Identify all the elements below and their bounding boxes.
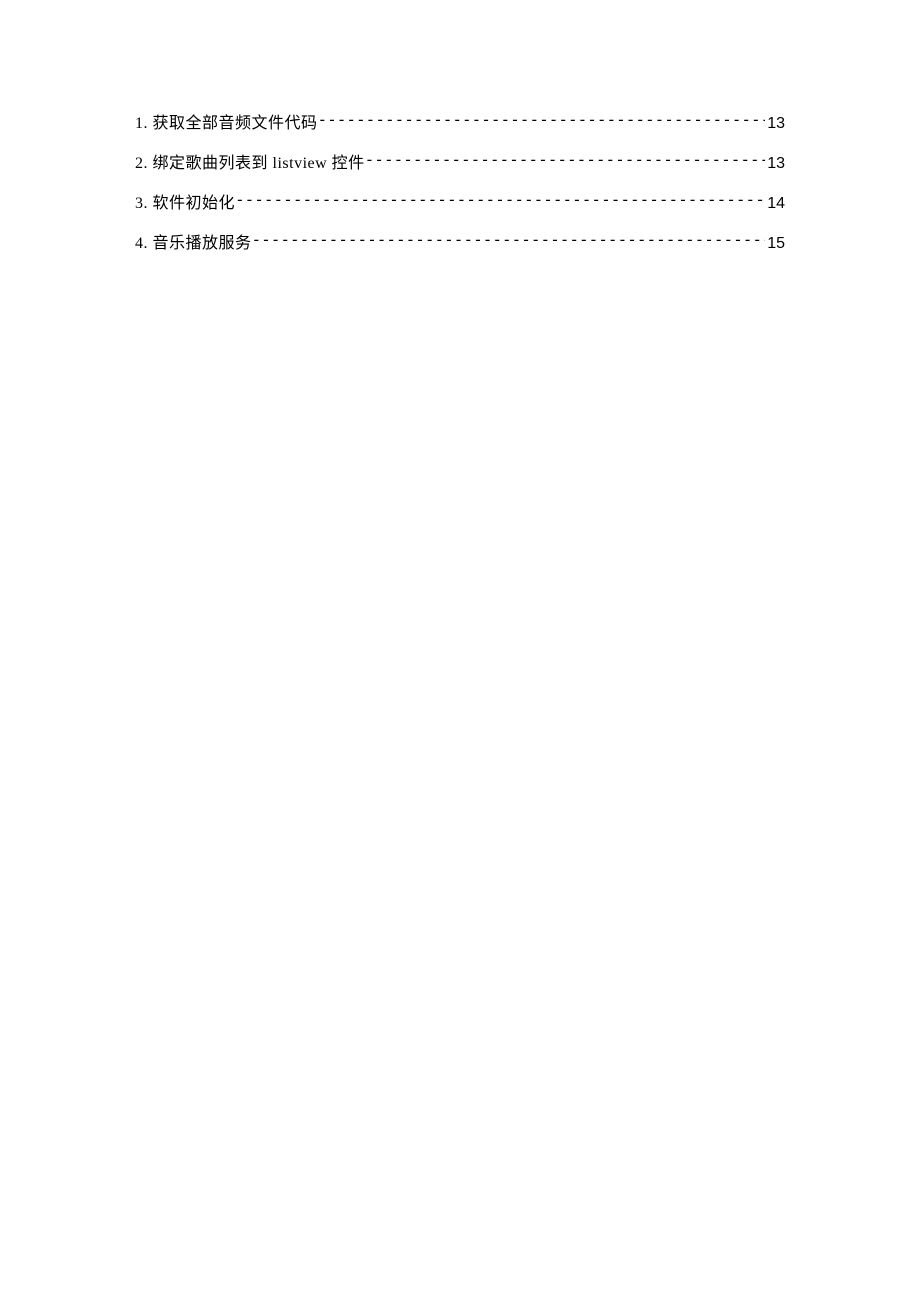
toc-entry-title: 1. 获取全部音频文件代码 [135, 116, 318, 132]
toc-entry: 2. 绑定歌曲列表到 listview 控件 13 [135, 152, 785, 172]
toc-entry-page: 13 [765, 156, 785, 172]
toc-entry-page: 15 [765, 236, 785, 252]
toc-entry-page: 13 [765, 116, 785, 132]
toc-entry: 3. 软件初始化 14 [135, 192, 785, 212]
toc-entry-page: 14 [765, 196, 785, 212]
toc-entry-title: 3. 软件初始化 [135, 196, 235, 212]
toc-entry-title: 4. 音乐播放服务 [135, 236, 252, 252]
toc-leader [252, 232, 766, 248]
toc-leader [235, 192, 765, 208]
toc-leader [365, 152, 766, 168]
toc-entry: 4. 音乐播放服务 15 [135, 232, 785, 252]
toc-entry: 1. 获取全部音频文件代码 13 [135, 112, 785, 132]
toc-leader [318, 112, 766, 128]
toc-container: 1. 获取全部音频文件代码 13 2. 绑定歌曲列表到 listview 控件 … [135, 112, 785, 252]
toc-entry-title: 2. 绑定歌曲列表到 listview 控件 [135, 156, 365, 172]
